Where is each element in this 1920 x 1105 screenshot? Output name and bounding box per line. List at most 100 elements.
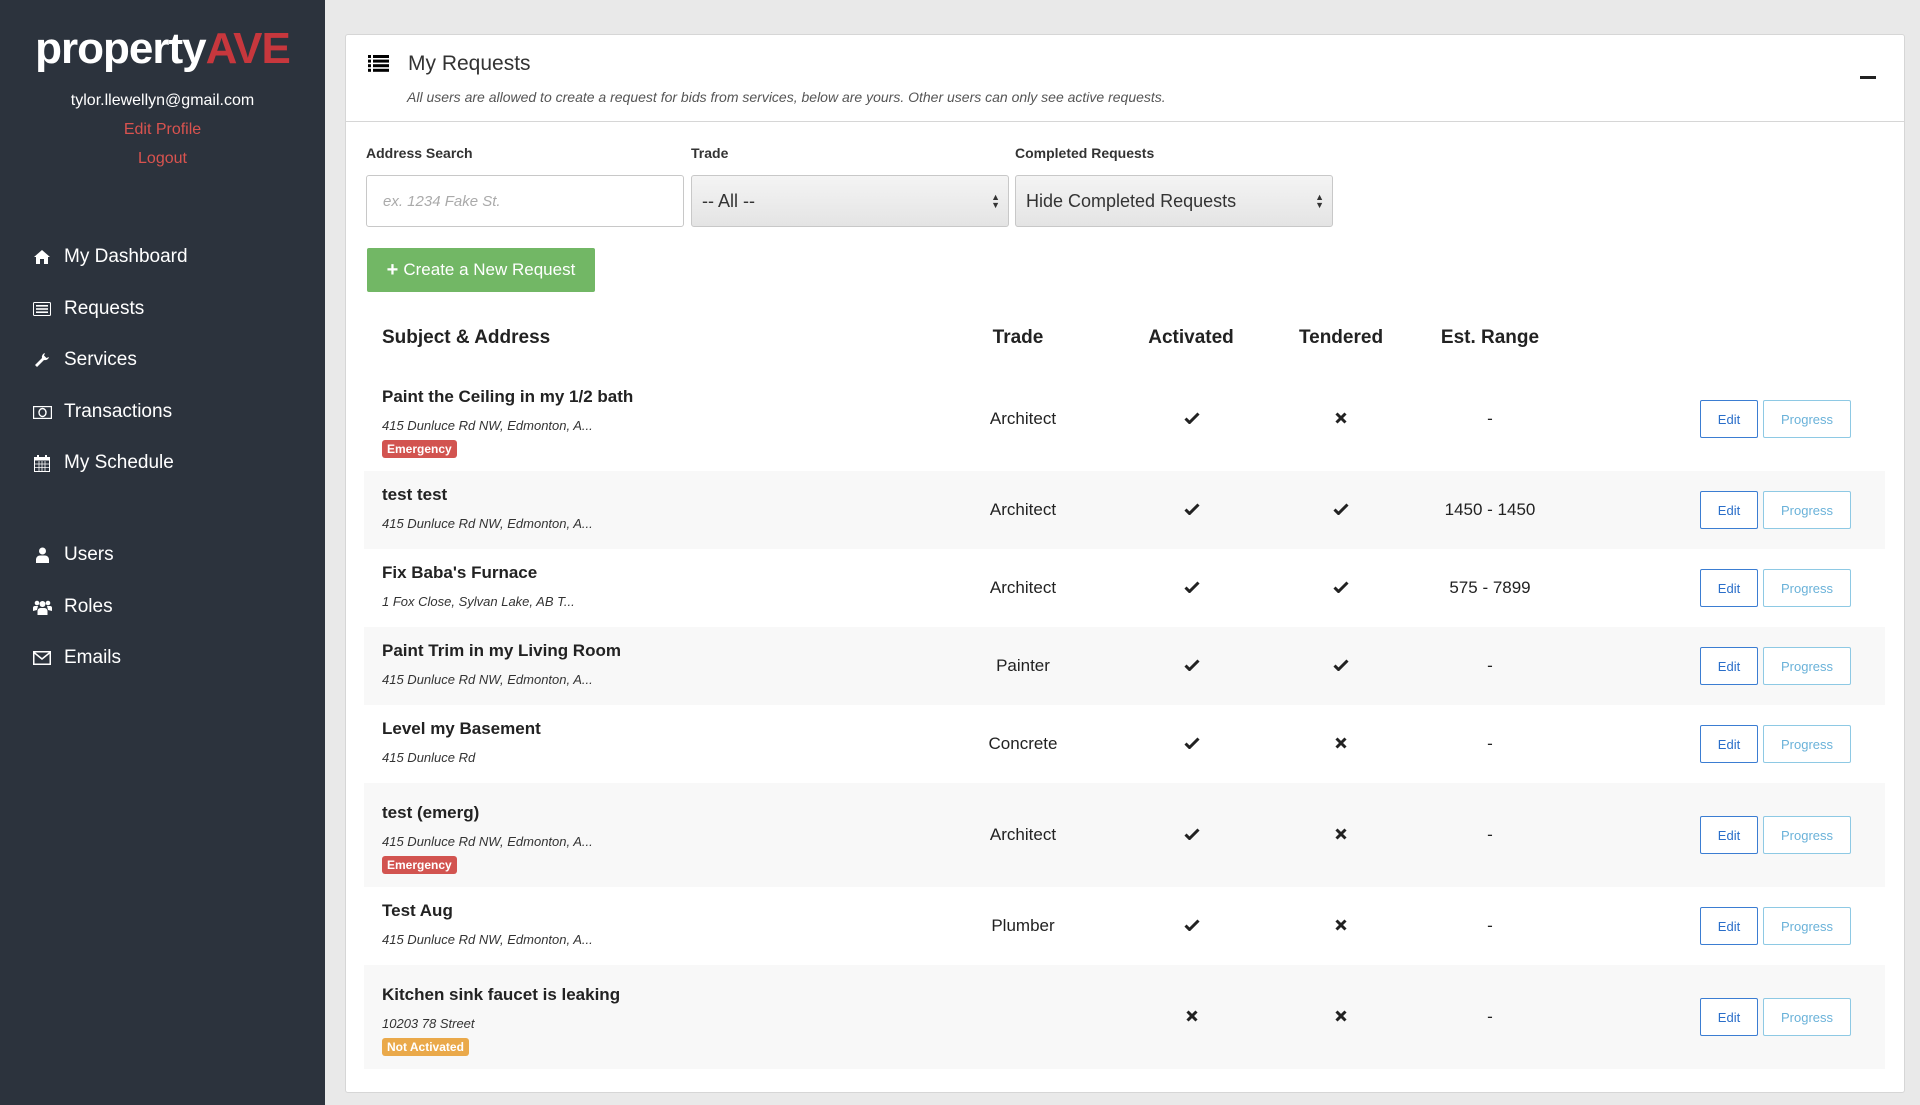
- sidebar-item-requests[interactable]: Requests: [32, 295, 144, 323]
- sidebar-item-label: Roles: [64, 596, 113, 617]
- request-subject[interactable]: Level my Basement: [382, 719, 541, 739]
- request-subject[interactable]: Kitchen sink faucet is leaking: [382, 985, 620, 1005]
- sidebar-item-label: Transactions: [64, 401, 173, 422]
- cross-icon: [1186, 1007, 1198, 1027]
- header-trade: Trade: [992, 327, 1044, 348]
- edit-button[interactable]: Edit: [1700, 907, 1758, 945]
- sidebar-item-transactions[interactable]: Transactions: [32, 398, 172, 426]
- address-search-label: Address Search: [366, 145, 473, 161]
- table-row: Test Aug 415 Dunluce Rd NW, Edmonton, A..…: [364, 887, 1885, 965]
- trade-cell: Architect: [989, 578, 1057, 597]
- request-address: 10203 78 Street: [382, 1016, 475, 1031]
- minus-icon[interactable]: [1860, 76, 1876, 79]
- request-subject[interactable]: Paint Trim in my Living Room: [382, 641, 621, 661]
- edit-button[interactable]: Edit: [1700, 725, 1758, 763]
- completed-requests-label: Completed Requests: [1015, 145, 1155, 161]
- check-icon: [1333, 656, 1349, 676]
- header-tendered: Tendered: [1298, 327, 1384, 348]
- users-icon: [32, 600, 52, 615]
- progress-button[interactable]: Progress: [1763, 400, 1851, 438]
- sidebar-item-my-schedule[interactable]: My Schedule: [32, 449, 174, 477]
- trade-cell: Painter: [996, 656, 1050, 675]
- create-new-request-button[interactable]: + Create a New Request: [367, 248, 595, 292]
- request-address: 1 Fox Close, Sylvan Lake, AB T...: [382, 594, 575, 609]
- request-address: 415 Dunluce Rd NW, Edmonton, A...: [382, 932, 593, 947]
- edit-profile-link[interactable]: Edit Profile: [0, 121, 325, 139]
- cross-icon: [1335, 916, 1347, 936]
- wrench-icon: [32, 352, 52, 368]
- logo[interactable]: propertyAVE: [0, 24, 325, 74]
- check-icon: [1184, 916, 1200, 936]
- list-alt-icon: [32, 302, 52, 316]
- sidebar-item-emails[interactable]: Emails: [32, 644, 121, 672]
- est-range-cell: -: [1487, 825, 1493, 844]
- sidebar-item-label: Users: [64, 544, 114, 565]
- address-search-input[interactable]: [366, 175, 684, 227]
- status-badge: Not Activated: [382, 1038, 469, 1056]
- cross-icon: [1335, 409, 1347, 429]
- header-subject: Subject & Address: [382, 327, 551, 348]
- trade-cell: Architect: [989, 500, 1057, 519]
- check-icon: [1184, 500, 1200, 520]
- edit-button[interactable]: Edit: [1700, 998, 1758, 1036]
- request-subject[interactable]: Fix Baba's Furnace: [382, 563, 537, 583]
- edit-button[interactable]: Edit: [1700, 647, 1758, 685]
- trade-cell: Architect: [989, 825, 1057, 844]
- trade-select-value: -- All --: [702, 190, 755, 211]
- logo-text-ave: AVE: [205, 24, 291, 73]
- select-arrows-icon: ▲ ▼: [991, 192, 1000, 210]
- est-range-cell: -: [1487, 409, 1493, 428]
- check-icon: [1184, 656, 1200, 676]
- request-subject[interactable]: Test Aug: [382, 901, 453, 921]
- table-row: Kitchen sink faucet is leaking 10203 78 S…: [364, 965, 1885, 1069]
- request-address: 415 Dunluce Rd NW, Edmonton, A...: [382, 834, 593, 849]
- logo-text-property: property: [35, 24, 206, 73]
- status-badge: Emergency: [382, 856, 457, 874]
- envelope-icon: [32, 651, 52, 665]
- request-subject[interactable]: test (emerg): [382, 803, 479, 823]
- check-icon: [1184, 409, 1200, 429]
- est-range-cell: 575 - 7899: [1449, 578, 1531, 597]
- table-row: Paint the Ceiling in my 1/2 bath 415 Dunl…: [364, 367, 1885, 471]
- sidebar-item-services[interactable]: Services: [32, 346, 137, 374]
- est-range-cell: -: [1487, 656, 1493, 675]
- sidebar-item-roles[interactable]: Roles: [32, 593, 113, 621]
- sidebar-item-label: Requests: [64, 298, 145, 319]
- cross-icon: [1335, 1007, 1347, 1027]
- trade-select[interactable]: -- All -- ▲ ▼: [691, 175, 1009, 227]
- check-icon: [1184, 734, 1200, 754]
- trade-cell: Architect: [989, 409, 1057, 428]
- edit-button[interactable]: Edit: [1700, 569, 1758, 607]
- table-row: Paint Trim in my Living Room 415 Dunluce …: [364, 627, 1885, 705]
- progress-button[interactable]: Progress: [1763, 816, 1851, 854]
- progress-button[interactable]: Progress: [1763, 907, 1851, 945]
- completed-requests-select[interactable]: Hide Completed Requests ▲ ▼: [1015, 175, 1333, 227]
- check-icon: [1184, 578, 1200, 598]
- progress-button[interactable]: Progress: [1763, 647, 1851, 685]
- select-arrows-icon: ▲ ▼: [1315, 192, 1324, 210]
- sidebar-item-label: Emails: [64, 647, 122, 668]
- create-button-label: Create a New Request: [403, 260, 576, 279]
- sidebar-item-users[interactable]: Users: [32, 541, 114, 569]
- edit-button[interactable]: Edit: [1700, 400, 1758, 438]
- cross-icon: [1335, 734, 1347, 754]
- progress-button[interactable]: Progress: [1763, 569, 1851, 607]
- edit-button[interactable]: Edit: [1700, 491, 1758, 529]
- progress-button[interactable]: Progress: [1763, 998, 1851, 1036]
- est-range-cell: 1450 - 1450: [1444, 500, 1536, 519]
- table-row: test test 415 Dunluce Rd NW, Edmonton, A.…: [364, 471, 1885, 549]
- progress-button[interactable]: Progress: [1763, 491, 1851, 529]
- edit-button[interactable]: Edit: [1700, 816, 1758, 854]
- request-subject[interactable]: Paint the Ceiling in my 1/2 bath: [382, 387, 633, 407]
- sidebar-item-label: My Schedule: [64, 452, 174, 473]
- table-row: Fix Baba's Furnace 1 Fox Close, Sylvan La…: [364, 549, 1885, 627]
- sidebar-item-my-dashboard[interactable]: My Dashboard: [32, 243, 188, 271]
- my-requests-panel: My Requests All users are allowed to cre…: [345, 34, 1905, 1093]
- trade-cell: Concrete: [988, 734, 1058, 753]
- check-icon: [1184, 825, 1200, 845]
- logout-link[interactable]: Logout: [0, 150, 325, 168]
- plus-icon: +: [386, 258, 399, 281]
- progress-button[interactable]: Progress: [1763, 725, 1851, 763]
- check-icon: [1333, 578, 1349, 598]
- request-subject[interactable]: test test: [382, 485, 447, 505]
